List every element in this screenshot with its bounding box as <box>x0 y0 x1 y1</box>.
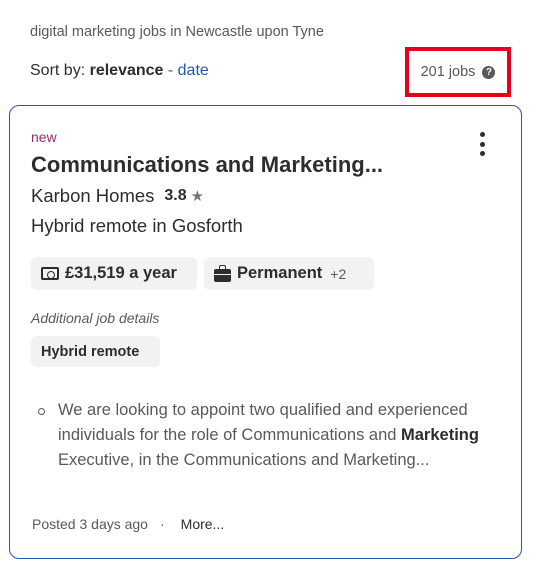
more-options-icon[interactable] <box>470 130 494 158</box>
snippet-text-end: Executive, in the Communications and Mar… <box>58 451 430 469</box>
job-location: Hybrid remote in Gosforth <box>31 215 243 236</box>
salary-icon <box>41 267 59 280</box>
help-icon[interactable]: ? <box>482 65 496 79</box>
sort-option-date[interactable]: date <box>178 62 209 79</box>
job-type-chip[interactable]: Permanent +2 <box>204 257 374 290</box>
new-badge: new <box>31 129 57 145</box>
company-rating[interactable]: 3.8 <box>164 187 186 205</box>
hybrid-remote-tag: Hybrid remote <box>31 336 160 367</box>
additional-details-label: Additional job details <box>31 310 160 326</box>
sort-label: Sort by: <box>30 62 86 79</box>
footer-separator: · <box>159 516 165 532</box>
star-icon: ★ <box>190 188 205 205</box>
company-name[interactable]: Karbon Homes <box>31 185 154 207</box>
sort-separator: - <box>163 62 178 79</box>
job-snippet: We are looking to appoint two qualified … <box>38 398 488 473</box>
posted-date: Posted 3 days ago <box>32 516 148 532</box>
job-type-value: Permanent <box>237 264 323 282</box>
briefcase-icon <box>214 264 231 282</box>
company-row: Karbon Homes 3.8 ★ <box>31 185 204 207</box>
salary-chip: £31,519 a year <box>31 257 197 290</box>
sort-option-relevance[interactable]: relevance <box>90 62 164 79</box>
search-summary: digital marketing jobs in Newcastle upon… <box>30 24 324 40</box>
salary-value: £31,519 a year <box>65 264 177 282</box>
job-count: 201 jobs ? <box>405 47 511 97</box>
job-card[interactable]: new Communications and Marketing... Karb… <box>9 105 522 559</box>
job-footer: Posted 3 days ago · More... <box>32 516 224 532</box>
bullet-icon <box>38 408 45 415</box>
more-link[interactable]: More... <box>181 516 225 532</box>
job-count-label: 201 jobs <box>420 64 476 80</box>
sort-bar: Sort by: relevance - date <box>30 62 209 80</box>
job-type-extra[interactable]: +2 <box>330 266 346 282</box>
job-title[interactable]: Communications and Marketing... <box>31 152 383 178</box>
snippet-highlight: Marketing <box>401 426 479 444</box>
